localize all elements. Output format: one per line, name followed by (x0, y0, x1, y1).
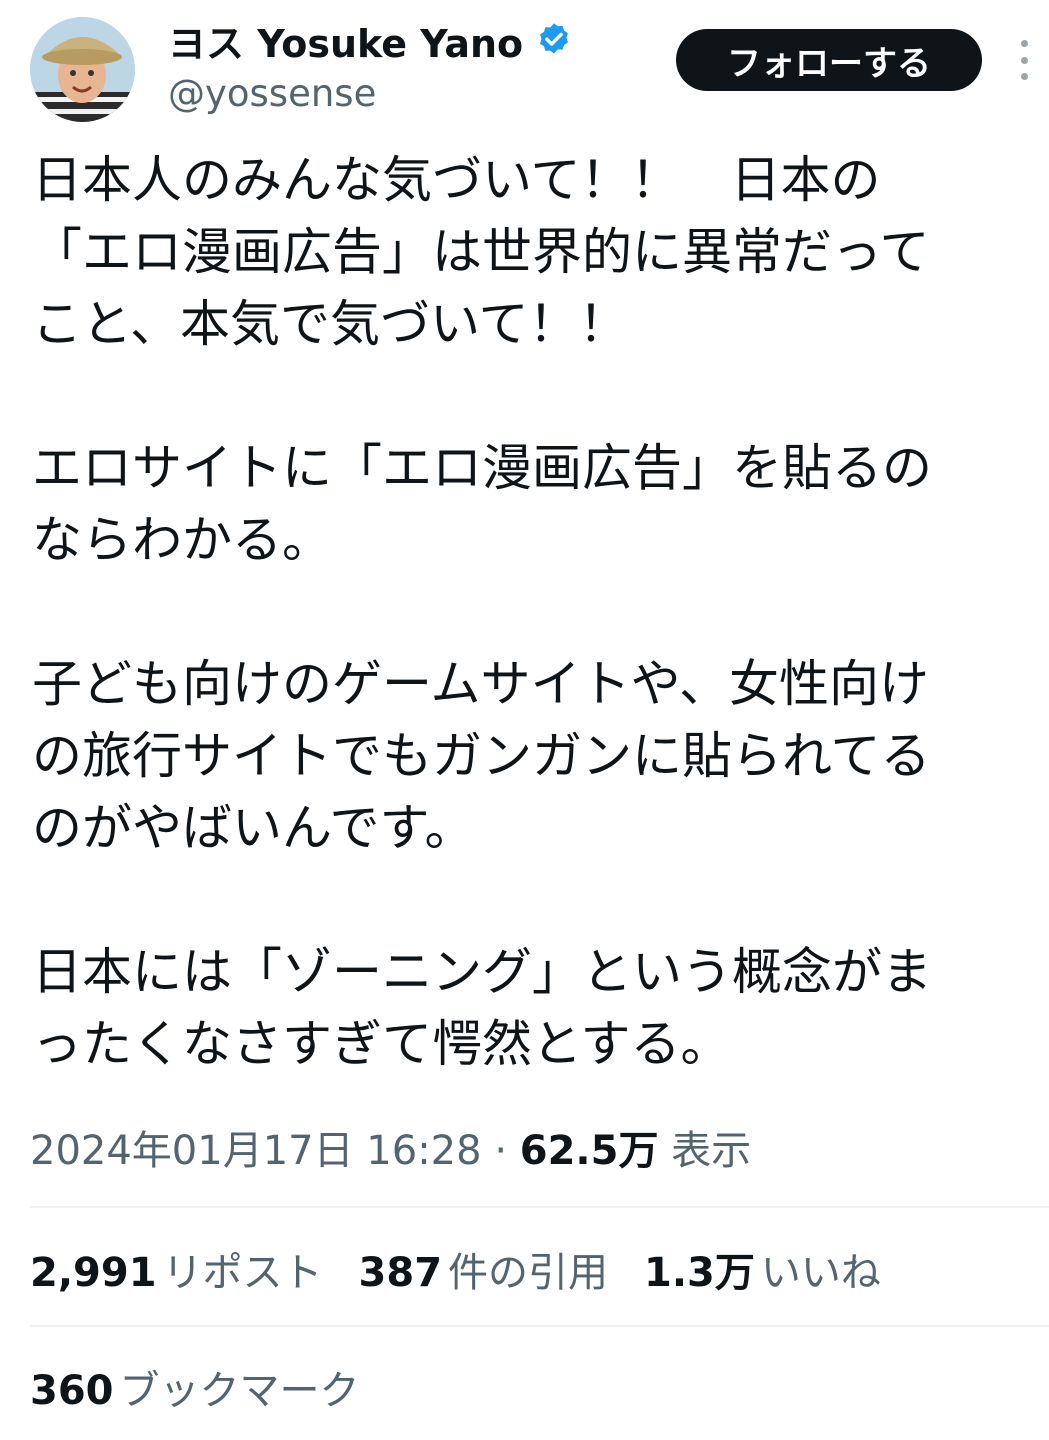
user-handle[interactable]: @yossense (168, 72, 376, 115)
tweet-text: 日本人のみんな気づいて！！ 日本の 「エロ漫画広告」は世界的に異常だって こと、… (32, 144, 1032, 1080)
display-name: ヨス Yosuke Yano (168, 21, 524, 66)
follow-button[interactable]: フォローする (676, 29, 982, 91)
likes-count: 1.3万 (644, 1250, 755, 1296)
tweet-line: のがやばいんです。 (32, 799, 475, 857)
bookmarks-label: ブックマーク (119, 1368, 360, 1414)
tweet-line: 「エロ漫画広告」は世界的に異常だって (32, 223, 930, 281)
views-count: 62.5万 (519, 1128, 659, 1174)
tweet-line-break (32, 360, 1032, 432)
tweet-line: の旅行サイトでもガンガンに貼られてる (32, 727, 931, 785)
views-label: 表示 (671, 1128, 752, 1174)
reposts-count: 2,991 (30, 1250, 157, 1296)
timestamp[interactable]: 2024年01月17日 16:28 (30, 1128, 482, 1174)
tweet-line: 日本には「ゾーニング」という概念がま (32, 943, 932, 1001)
likes-label: いいね (760, 1250, 881, 1296)
quotes-stat[interactable]: 387 件の引用 (359, 1240, 609, 1298)
quotes-label: 件の引用 (448, 1250, 609, 1296)
reposts-stat[interactable]: 2,991 リポスト (30, 1240, 323, 1298)
bookmarks-count: 360 (30, 1368, 114, 1414)
meta-separator: · (494, 1128, 508, 1174)
divider (30, 1325, 1049, 1327)
reposts-label: リポスト (162, 1250, 323, 1296)
verified-badge-icon (540, 23, 569, 54)
avatar[interactable] (30, 17, 135, 122)
display-name-row[interactable]: ヨス Yosuke Yano (168, 14, 573, 66)
bookmarks-stat[interactable]: 360 ブックマーク (30, 1358, 360, 1416)
tweet-line: エロサイトに「エロ漫画広告」を貼るの (32, 439, 932, 497)
likes-stat[interactable]: 1.3万 いいね (644, 1240, 881, 1298)
tweet-meta: 2024年01月17日 16:28 · 62.5万 表示 (30, 1118, 751, 1176)
tweet-line: 日本人のみんな気づいて！！ 日本の (32, 151, 881, 209)
more-vertical-icon[interactable] (1008, 40, 1040, 80)
engagement-stats: 2,991 リポスト 387 件の引用 1.3万 いいね (30, 1240, 917, 1298)
divider (30, 1206, 1049, 1208)
tweet-line: ならわかる。 (32, 511, 332, 569)
tweet-line-break (32, 576, 1032, 648)
tweet-line: 子ども向けのゲームサイトや、女性向け (32, 655, 929, 713)
quotes-count: 387 (358, 1250, 443, 1296)
tweet-line: ったくなさすぎて愕然とする。 (32, 1015, 731, 1073)
tweet-line-break (32, 864, 1032, 936)
tweet-line: こと、本気で気づいて！！ (32, 295, 629, 353)
